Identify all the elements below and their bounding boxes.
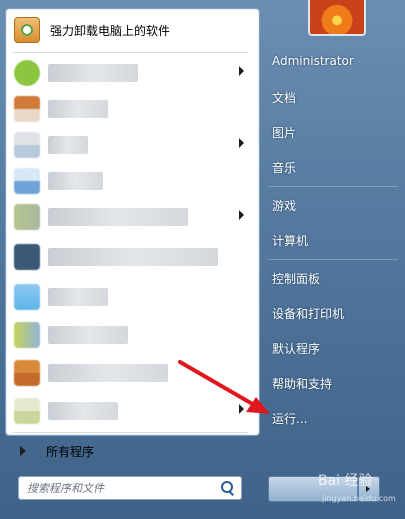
annotation-arrow-icon — [178, 360, 270, 414]
start-menu: 强力卸载电脑上的软件 所有程序 搜索程序和文件 Administrator 文档… — [0, 0, 405, 519]
